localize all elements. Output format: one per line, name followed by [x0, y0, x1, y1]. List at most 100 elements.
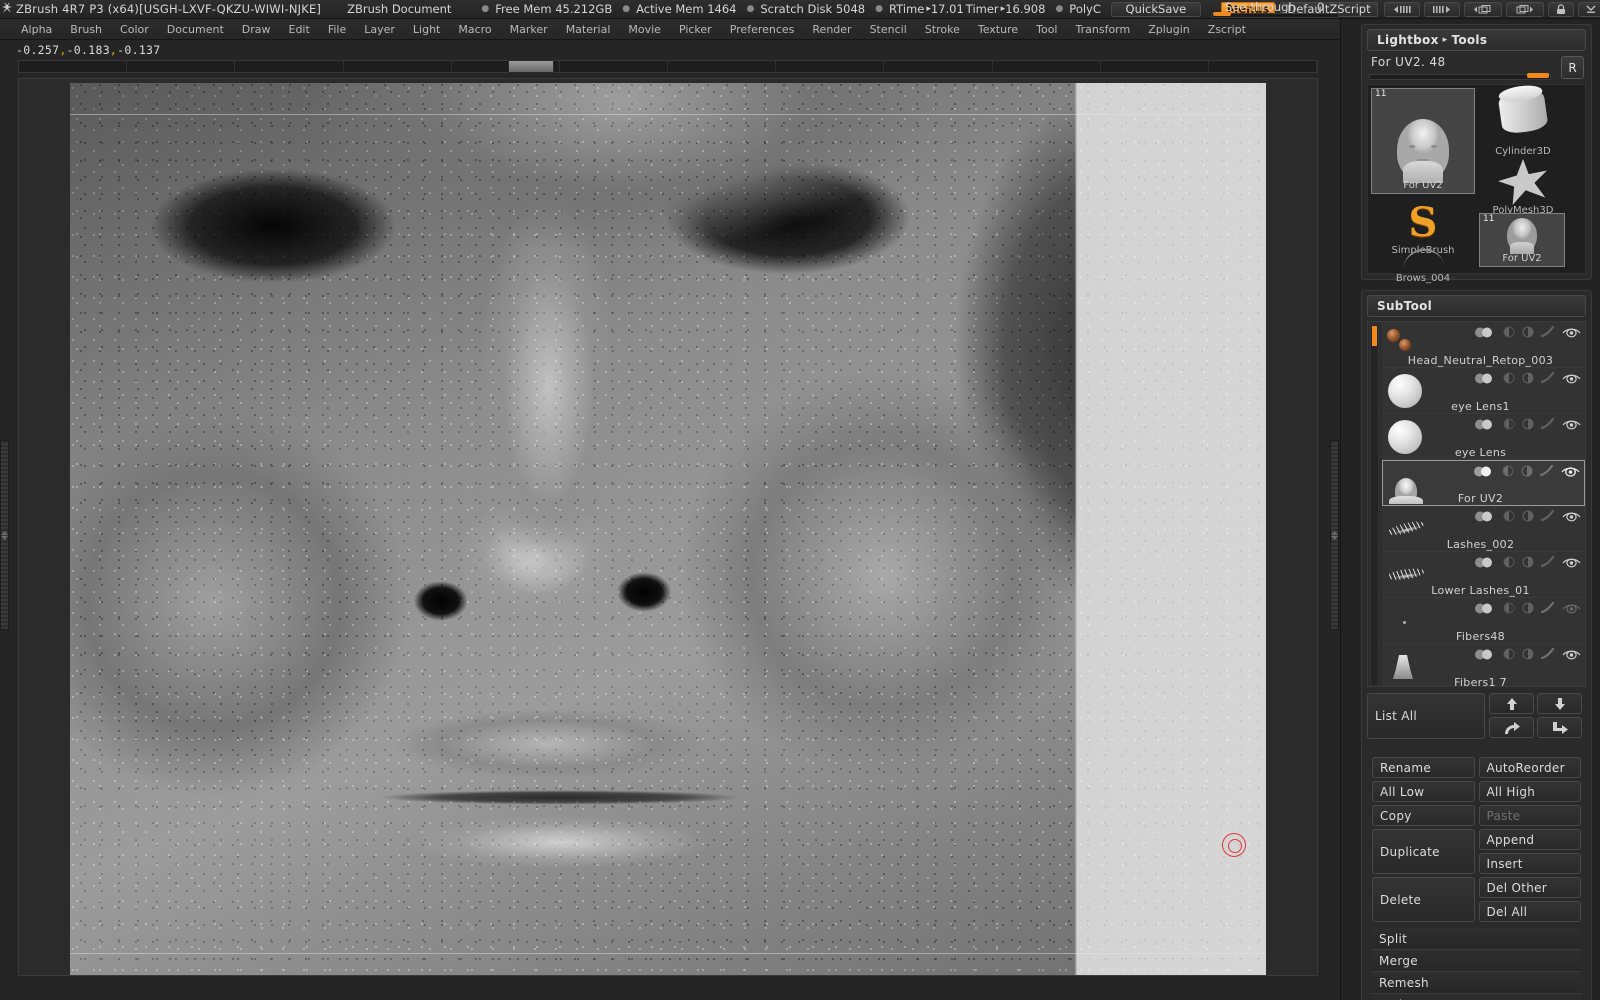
autoreorder-button[interactable]: AutoReorder	[1479, 757, 1582, 778]
menu-light[interactable]: Light	[404, 21, 449, 38]
move-out-button[interactable]	[1489, 717, 1534, 738]
cylinder-3d-icon[interactable]	[1482, 90, 1564, 146]
list-all-button[interactable]: List All	[1367, 693, 1485, 739]
menu-preferences[interactable]: Preferences	[721, 21, 804, 38]
menu-material[interactable]: Material	[557, 21, 620, 38]
subtool-polyframe-toggle-icon[interactable]	[1522, 418, 1534, 430]
canvas-top-scroll-track[interactable]	[18, 60, 1318, 73]
copy-button[interactable]: Copy	[1372, 805, 1475, 826]
subtool-smt-toggle-icon[interactable]	[1503, 602, 1515, 614]
subtool-transparency-toggle-icon[interactable]	[1541, 510, 1555, 522]
subtool-row-fibers48[interactable]: Fibers48	[1382, 598, 1585, 644]
menu-transform[interactable]: Transform	[1067, 21, 1140, 38]
subtool-polyframe-toggle-icon[interactable]	[1522, 556, 1534, 568]
tool-reset-button[interactable]: R	[1561, 56, 1584, 79]
prev-item-button[interactable]	[1384, 2, 1420, 17]
simplebrush-s-icon[interactable]: S	[1371, 201, 1475, 245]
menu-color[interactable]: Color	[111, 21, 158, 38]
subtool-list[interactable]: Head_Neutral_Retop_003 eye Lens1	[1367, 321, 1586, 687]
subtool-row-lower-lashes-01[interactable]: Lower Lashes_01	[1382, 552, 1585, 598]
subtool-row-eye-lens1[interactable]: eye Lens1	[1382, 368, 1585, 414]
menu-document[interactable]: Document	[158, 21, 233, 38]
menu-marker[interactable]: Marker	[501, 21, 557, 38]
next-item-button[interactable]	[1424, 2, 1460, 17]
subtool-paint-toggle-icon[interactable]	[1474, 511, 1496, 522]
subtool-transparency-toggle-icon[interactable]	[1541, 372, 1555, 384]
left-tray-handle[interactable]	[0, 440, 9, 630]
quicksave-button[interactable]: QuickSave	[1111, 2, 1201, 17]
subtool-polyframe-toggle-icon[interactable]	[1522, 326, 1534, 338]
subtool-paint-toggle-icon[interactable]	[1474, 419, 1496, 430]
lightbox-palette-title[interactable]: Lightbox ▸ Tools	[1367, 29, 1586, 51]
subtool-smt-toggle-icon[interactable]	[1503, 326, 1515, 338]
see-through-track[interactable]	[1211, 13, 1339, 18]
subtool-transparency-toggle-icon[interactable]	[1541, 326, 1555, 338]
subtool-paint-toggle-icon[interactable]	[1474, 327, 1496, 338]
subtool-smt-toggle-icon[interactable]	[1503, 372, 1515, 384]
move-up-button[interactable]	[1489, 693, 1534, 714]
insert-button[interactable]: Insert	[1479, 853, 1582, 874]
delete-button[interactable]: Delete	[1372, 877, 1475, 922]
menu-render[interactable]: Render	[803, 21, 860, 38]
subtool-smt-toggle-icon[interactable]	[1503, 418, 1515, 430]
subtool-palette-title[interactable]: SubTool	[1367, 295, 1586, 317]
move-down-button[interactable]	[1537, 693, 1582, 714]
all-low-button[interactable]: All Low	[1372, 781, 1475, 802]
subtool-polyframe-toggle-icon[interactable]	[1522, 602, 1534, 614]
remesh-button[interactable]: Remesh	[1372, 972, 1581, 994]
subtool-smt-toggle-icon[interactable]	[1503, 556, 1515, 568]
menu-zplugin[interactable]: Zplugin	[1139, 21, 1199, 38]
subtool-polyframe-toggle-icon[interactable]	[1522, 510, 1534, 522]
duplicate-button[interactable]: Duplicate	[1372, 829, 1475, 874]
del-all-button[interactable]: Del All	[1479, 901, 1582, 922]
move-in-button[interactable]	[1537, 717, 1582, 738]
project-button[interactable]: Project	[1372, 994, 1581, 1000]
subtool-scrollbar[interactable]	[1370, 324, 1379, 686]
menu-stencil[interactable]: Stencil	[861, 21, 916, 38]
right-tray-handle[interactable]	[1330, 440, 1339, 630]
subtool-paint-toggle-icon[interactable]	[1474, 373, 1496, 384]
merge-button[interactable]: Merge	[1372, 950, 1581, 972]
subtool-eye-visibility-icon[interactable]	[1562, 327, 1581, 338]
polymesh-star-icon[interactable]	[1482, 159, 1564, 205]
subtool-smt-toggle-icon[interactable]	[1503, 648, 1515, 660]
tool-item-for-uv2-small[interactable]: 11 For UV2	[1479, 213, 1565, 267]
subtool-eye-visibility-icon[interactable]	[1562, 373, 1581, 384]
subtool-transparency-toggle-icon[interactable]	[1541, 648, 1555, 660]
subtool-polyframe-toggle-icon[interactable]	[1522, 372, 1534, 384]
menu-tool[interactable]: Tool	[1027, 21, 1066, 38]
subtool-row-fibers1-7[interactable]: Fibers1 7	[1382, 644, 1585, 687]
subtool-polyframe-toggle-icon[interactable]	[1522, 648, 1534, 660]
rename-button[interactable]: Rename	[1372, 757, 1475, 778]
all-high-button[interactable]: All High	[1479, 781, 1582, 802]
document-canvas[interactable]	[70, 83, 1266, 976]
menu-alpha[interactable]: Alpha	[12, 21, 61, 38]
menu-texture[interactable]: Texture	[969, 21, 1027, 38]
subtool-eye-visibility-icon[interactable]	[1562, 419, 1581, 430]
menu-picker[interactable]: Picker	[670, 21, 721, 38]
tool-item-cylinder3d[interactable]: Cylinder3D	[1482, 88, 1564, 158]
subtool-transparency-toggle-icon[interactable]	[1540, 465, 1554, 477]
subtool-row-head-neutral-retop-003[interactable]: Head_Neutral_Retop_003	[1382, 322, 1585, 368]
subtool-eye-visibility-icon[interactable]	[1562, 557, 1581, 568]
menu-brush[interactable]: Brush	[61, 21, 111, 38]
append-button[interactable]: Append	[1479, 829, 1582, 850]
brows-curve-icon[interactable]	[1371, 249, 1475, 267]
paste-button[interactable]: Paste	[1479, 805, 1582, 826]
subtool-paint-toggle-icon[interactable]	[1474, 603, 1496, 614]
subtool-transparency-toggle-icon[interactable]	[1541, 602, 1555, 614]
menu-zscript[interactable]: Zscript	[1199, 21, 1255, 38]
head-mesh-icon[interactable]: 11 For UV2	[1371, 88, 1475, 194]
split-button[interactable]: Split	[1372, 928, 1581, 950]
subtool-eye-visibility-icon[interactable]	[1562, 511, 1581, 522]
menu-stroke[interactable]: Stroke	[916, 21, 969, 38]
subtool-scrollbar-thumb[interactable]	[1372, 326, 1377, 346]
current-tool-track[interactable]	[1369, 74, 1551, 80]
subtool-eye-visibility-icon[interactable]	[1562, 649, 1581, 660]
lock-button[interactable]	[1548, 2, 1574, 17]
head-mesh-icon[interactable]: 11 For UV2	[1479, 213, 1565, 267]
del-other-button[interactable]: Del Other	[1479, 877, 1582, 898]
minimize-button[interactable]	[1578, 2, 1600, 17]
subtool-eye-visibility-icon[interactable]	[1562, 603, 1581, 614]
canvas-top-scroll-thumb[interactable]	[508, 60, 554, 73]
